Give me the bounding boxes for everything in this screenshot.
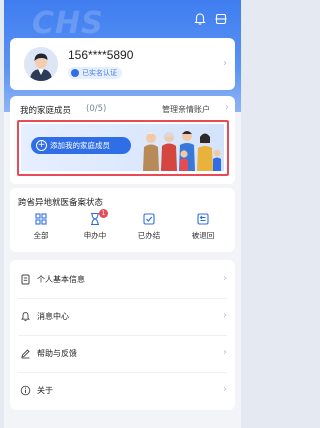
verified-label: 已实名认证 (82, 69, 117, 77)
chevron-right-icon: › (223, 58, 227, 69)
menu-item-about[interactable]: 关于 › (10, 373, 235, 409)
menu-item-label: 帮助与反馈 (37, 349, 77, 358)
settings-menu: 个人基本信息 › 消息中心 › 帮助与反馈 › 关于 › (10, 260, 235, 410)
tab-label: 全部 (33, 231, 49, 240)
menu-item-personal-info[interactable]: 个人基本信息 › (10, 262, 235, 298)
verified-check-icon (71, 69, 79, 77)
grid-icon (35, 213, 47, 225)
verified-badge: 已实名认证 (68, 67, 122, 79)
tab-label: 被退回 (191, 231, 215, 240)
family-title: 我的家庭成员 (20, 106, 72, 116)
profile-card[interactable]: 156****5890 已实名认证 › (10, 38, 235, 90)
highlight-frame: + 添加我的家庭成员 (17, 120, 229, 176)
tab-label: 已办结 (137, 231, 161, 240)
bell-icon (21, 312, 30, 322)
pen-icon (21, 349, 30, 359)
family-illustration (143, 131, 221, 171)
chevron-right-icon: › (225, 102, 229, 113)
filing-title: 跨省异地就医备案状态 (18, 198, 104, 208)
brand-watermark: CHS (32, 6, 104, 41)
chevron-right-icon: › (223, 384, 227, 395)
chevron-right-icon: › (223, 347, 227, 358)
notification-badge: 1 (99, 209, 108, 218)
menu-item-label: 消息中心 (37, 312, 69, 321)
family-members-card: 我的家庭成员 (0/5) 管理亲情账户 › + 添加我的家庭成员 (10, 96, 235, 184)
tab-in-progress[interactable]: 1 申办中 (72, 209, 118, 241)
user-avatar (24, 47, 58, 81)
plus-icon: + (36, 140, 47, 151)
chevron-right-icon: › (223, 310, 227, 321)
check-icon (143, 213, 155, 225)
manage-family-link[interactable]: 管理亲情账户 (162, 104, 210, 115)
remote-medical-filing-card: 跨省异地就医备案状态 全部 1 申办中 已办结 被退回 (10, 188, 235, 252)
tab-all[interactable]: 全部 (18, 212, 64, 241)
tab-completed[interactable]: 已办结 (126, 212, 172, 241)
scan-icon[interactable] (214, 12, 228, 26)
document-icon (21, 274, 30, 285)
menu-item-label: 关于 (37, 386, 53, 395)
add-family-member-button[interactable]: + 添加我的家庭成员 (31, 137, 131, 154)
family-banner[interactable]: + 添加我的家庭成员 (21, 124, 224, 171)
menu-item-label: 个人基本信息 (37, 275, 85, 284)
info-icon (20, 385, 31, 396)
tab-label: 申办中 (83, 231, 107, 240)
chevron-right-icon: › (223, 273, 227, 284)
family-count: (0/5) (86, 104, 107, 114)
bell-icon[interactable] (193, 12, 207, 26)
app-screen: CHS 156****5890 已实名认证 › 我的家庭成员 (0/5) 管理亲… (4, 0, 241, 428)
tab-returned[interactable]: 被退回 (180, 212, 226, 241)
menu-item-message-center[interactable]: 消息中心 › (10, 299, 235, 335)
return-icon (197, 213, 209, 225)
menu-item-help-feedback[interactable]: 帮助与反馈 › (10, 336, 235, 372)
phone-number: 156****5890 (68, 48, 134, 62)
add-family-member-label: 添加我的家庭成员 (50, 141, 110, 150)
